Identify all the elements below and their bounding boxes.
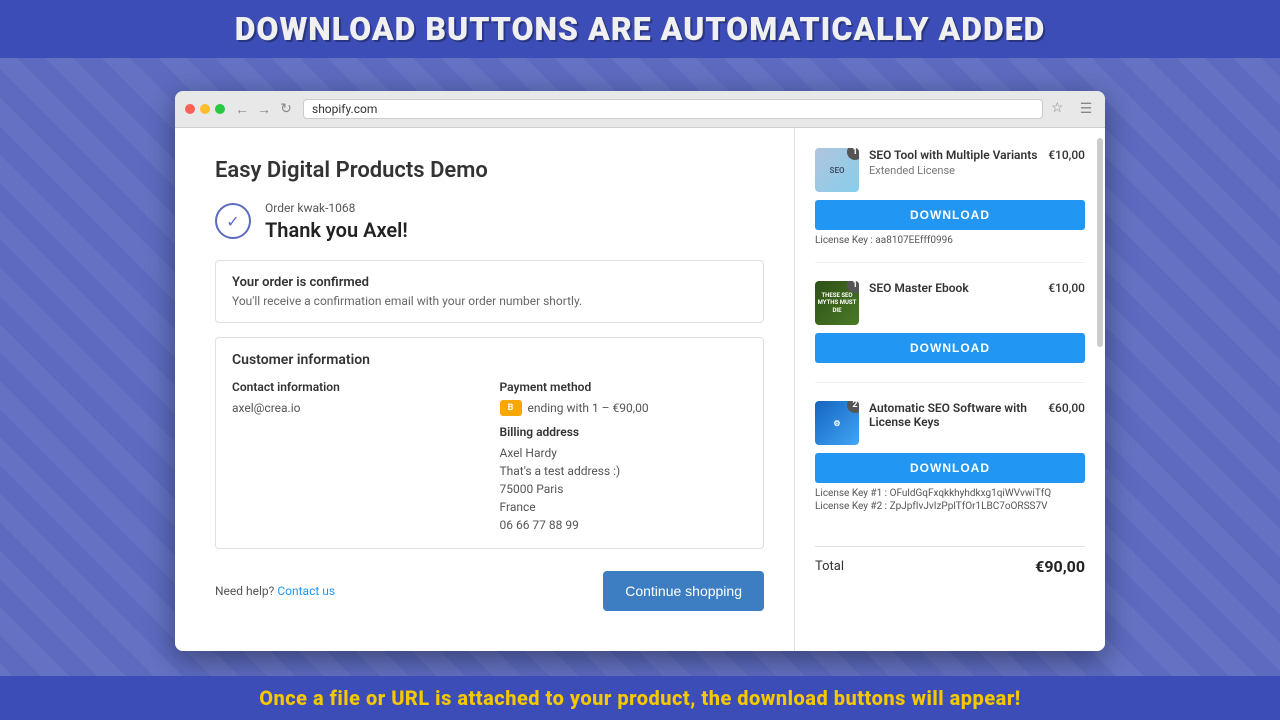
payment-label: Payment method bbox=[500, 380, 748, 394]
billing-city: 75000 Paris bbox=[500, 480, 748, 498]
contact-email: axel@crea.io bbox=[232, 399, 480, 417]
license-key: License Key #2 : ZpJpfIvJvIzPplTfOr1LBC7… bbox=[815, 501, 1085, 512]
top-banner: DOWNLOAD BUTTONS ARE AUTOMATICALLY ADDED bbox=[0, 0, 1280, 58]
order-item: THESE SEO MYTHS MUST DIE 1 SEO Master Eb… bbox=[815, 281, 1085, 383]
billing-phone: 06 66 77 88 99 bbox=[500, 516, 748, 534]
dot-close[interactable] bbox=[185, 104, 195, 114]
bookmark-icon[interactable]: ☆ bbox=[1051, 100, 1069, 118]
browser-nav: ← → ↻ bbox=[233, 100, 295, 118]
item-name: Automatic SEO Software with License Keys bbox=[869, 401, 1038, 429]
thank-you-text: Thank you Axel! bbox=[265, 218, 408, 242]
top-banner-text: DOWNLOAD BUTTONS ARE AUTOMATICALLY ADDED bbox=[235, 10, 1046, 48]
browser-content: Easy Digital Products Demo ✓ Order kwak-… bbox=[175, 128, 1105, 651]
forward-button[interactable]: → bbox=[255, 100, 273, 118]
browser-chrome: ← → ↻ shopify.com ☆ ☰ bbox=[175, 91, 1105, 128]
item-thumbnail: SEO 1 bbox=[815, 148, 859, 192]
item-name: SEO Tool with Multiple Variants bbox=[869, 148, 1038, 162]
item-info: SEO Master Ebook bbox=[869, 281, 1038, 297]
billing-country: France bbox=[500, 498, 748, 516]
item-thumbnail: THESE SEO MYTHS MUST DIE 1 bbox=[815, 281, 859, 325]
bottom-banner-text: Once a file or URL is attached to your p… bbox=[259, 686, 1021, 710]
item-info: Automatic SEO Software with License Keys bbox=[869, 401, 1038, 431]
order-item: ⚙ 2 Automatic SEO Software with License … bbox=[815, 401, 1085, 528]
contact-label: Contact information bbox=[232, 380, 480, 394]
item-name: SEO Master Ebook bbox=[869, 281, 1038, 295]
payment-icon: B bbox=[500, 400, 522, 416]
order-number: Order kwak-1068 bbox=[265, 201, 408, 215]
confirmed-box: Your order is confirmed You'll receive a… bbox=[215, 260, 764, 323]
payment-col: Payment method B ending with 1 – €90,00 … bbox=[500, 380, 748, 534]
refresh-button[interactable]: ↻ bbox=[277, 100, 295, 118]
back-button[interactable]: ← bbox=[233, 100, 251, 118]
order-check-icon: ✓ bbox=[215, 203, 251, 239]
customer-box: Customer information Contact information… bbox=[215, 337, 764, 549]
order-header: ✓ Order kwak-1068 Thank you Axel! bbox=[215, 201, 764, 242]
billing-name: Axel Hardy bbox=[500, 444, 748, 462]
items-container: SEO 1 SEO Tool with Multiple Variants Ex… bbox=[815, 148, 1085, 528]
billing-line1: That's a test address :) bbox=[500, 462, 748, 480]
browser-dots bbox=[185, 104, 225, 114]
browser-wrap: ← → ↻ shopify.com ☆ ☰ Easy Digital Produ… bbox=[0, 58, 1280, 676]
bottom-banner: Once a file or URL is attached to your p… bbox=[0, 676, 1280, 720]
browser-window: ← → ↻ shopify.com ☆ ☰ Easy Digital Produ… bbox=[175, 91, 1105, 651]
scrollbar[interactable] bbox=[1097, 138, 1103, 347]
total-label: Total bbox=[815, 559, 844, 574]
continue-shopping-button[interactable]: Continue shopping bbox=[603, 571, 764, 611]
order-info: Order kwak-1068 Thank you Axel! bbox=[265, 201, 408, 242]
left-panel: Easy Digital Products Demo ✓ Order kwak-… bbox=[175, 128, 795, 651]
menu-icon[interactable]: ☰ bbox=[1077, 100, 1095, 118]
total-row: Total €90,00 bbox=[815, 546, 1085, 576]
need-help: Need help? Contact us bbox=[215, 584, 335, 598]
dot-minimize[interactable] bbox=[200, 104, 210, 114]
confirmed-title: Your order is confirmed bbox=[232, 275, 747, 290]
confirmed-sub: You'll receive a confirmation email with… bbox=[232, 294, 747, 308]
item-price: €60,00 bbox=[1048, 401, 1085, 415]
total-value: €90,00 bbox=[1035, 557, 1085, 576]
item-row: SEO 1 SEO Tool with Multiple Variants Ex… bbox=[815, 148, 1085, 192]
download-button[interactable]: DOWNLOAD bbox=[815, 200, 1085, 230]
download-button[interactable]: DOWNLOAD bbox=[815, 333, 1085, 363]
billing-label: Billing address bbox=[500, 425, 748, 439]
download-button[interactable]: DOWNLOAD bbox=[815, 453, 1085, 483]
bottom-actions: Need help? Contact us Continue shopping bbox=[215, 567, 764, 611]
payment-method-row: B ending with 1 – €90,00 bbox=[500, 399, 748, 417]
contact-us-link[interactable]: Contact us bbox=[277, 584, 335, 598]
item-row: THESE SEO MYTHS MUST DIE 1 SEO Master Eb… bbox=[815, 281, 1085, 325]
item-thumbnail: ⚙ 2 bbox=[815, 401, 859, 445]
order-item: SEO 1 SEO Tool with Multiple Variants Ex… bbox=[815, 148, 1085, 263]
dot-maximize[interactable] bbox=[215, 104, 225, 114]
license-key: License Key : aa8107EEfff0996 bbox=[815, 235, 1085, 246]
item-row: ⚙ 2 Automatic SEO Software with License … bbox=[815, 401, 1085, 445]
item-variant: Extended License bbox=[869, 164, 1038, 177]
shop-title: Easy Digital Products Demo bbox=[215, 158, 764, 183]
contact-col: Contact information axel@crea.io bbox=[232, 380, 480, 534]
customer-columns: Contact information axel@crea.io Payment… bbox=[232, 380, 747, 534]
item-info: SEO Tool with Multiple Variants Extended… bbox=[869, 148, 1038, 177]
address-bar[interactable]: shopify.com bbox=[303, 99, 1043, 119]
item-price: €10,00 bbox=[1048, 281, 1085, 295]
right-panel: SEO 1 SEO Tool with Multiple Variants Ex… bbox=[795, 128, 1105, 651]
payment-ending: ending with 1 – €90,00 bbox=[528, 399, 649, 417]
item-price: €10,00 bbox=[1048, 148, 1085, 162]
customer-section-title: Customer information bbox=[232, 352, 747, 368]
license-key: License Key #1 : OFuldGqFxqkkhyhdkxg1qiW… bbox=[815, 488, 1085, 499]
